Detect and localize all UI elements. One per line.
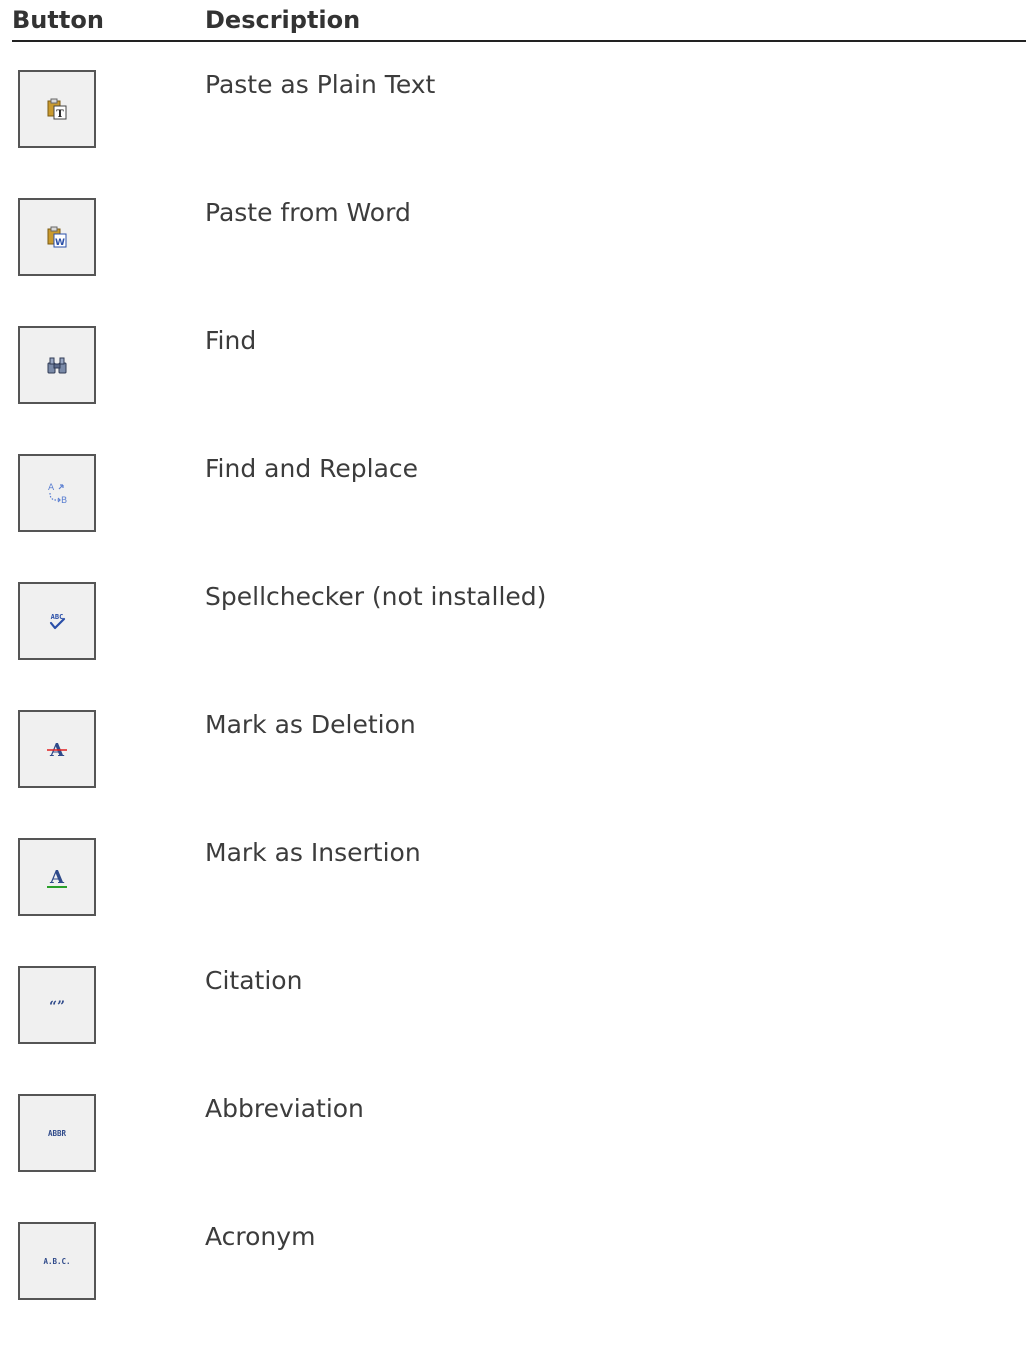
- spellcheck-button[interactable]: ABC: [18, 582, 96, 660]
- header-description: Description: [205, 6, 361, 34]
- table-row: A Mark as Deletion: [0, 710, 1026, 838]
- table-row: “” Citation: [0, 966, 1026, 1094]
- row-description: Abbreviation: [205, 1094, 364, 1123]
- svg-text:A: A: [48, 483, 55, 493]
- svg-text:B: B: [61, 496, 67, 506]
- svg-text:A: A: [49, 867, 65, 888]
- citation-button[interactable]: “”: [18, 966, 96, 1044]
- table-row: W Paste from Word: [0, 198, 1026, 326]
- row-description: Spellchecker (not installed): [205, 582, 547, 611]
- find-binoculars-icon: [47, 357, 67, 374]
- table-row: A Mark as Insertion: [0, 838, 1026, 966]
- acronym-icon-label: A.B.C.: [43, 1257, 70, 1266]
- row-description: Mark as Deletion: [205, 710, 416, 739]
- svg-text:“”: “”: [49, 999, 65, 1015]
- row-description: Paste as Plain Text: [205, 70, 436, 99]
- spellcheck-icon-label: ABC: [51, 613, 64, 621]
- paste-plain-text-button[interactable]: T: [18, 70, 96, 148]
- find-button[interactable]: [18, 326, 96, 404]
- table-row: Find: [0, 326, 1026, 454]
- underline-insertion-icon: A: [47, 867, 67, 888]
- header-button: Button: [12, 6, 104, 34]
- abbreviation-icon: ABBR: [48, 1129, 67, 1138]
- row-description: Paste from Word: [205, 198, 411, 227]
- paste-plain-text-icon: T: [47, 98, 67, 120]
- abbreviation-button[interactable]: ABBR: [18, 1094, 96, 1172]
- strikethrough-deletion-icon: A: [47, 740, 67, 761]
- paste-from-word-button[interactable]: W: [18, 198, 96, 276]
- row-description: Find: [205, 326, 257, 355]
- row-description: Citation: [205, 966, 303, 995]
- svg-text:W: W: [55, 238, 65, 248]
- acronym-button[interactable]: A.B.C.: [18, 1222, 96, 1300]
- table-row: A.B.C. Acronym: [0, 1222, 1026, 1350]
- row-description: Acronym: [205, 1222, 316, 1251]
- row-description: Find and Replace: [205, 454, 419, 483]
- acronym-icon: A.B.C.: [43, 1257, 70, 1266]
- svg-text:T: T: [56, 109, 64, 120]
- citation-quotes-icon: “”: [49, 999, 65, 1015]
- table-header: Button Description: [12, 0, 1026, 42]
- find-replace-icon: A B: [48, 483, 67, 506]
- table-row: T Paste as Plain Text: [0, 70, 1026, 198]
- table-row: ABBR Abbreviation: [0, 1094, 1026, 1222]
- find-replace-button[interactable]: A B: [18, 454, 96, 532]
- row-description: Mark as Insertion: [205, 838, 421, 867]
- mark-deletion-button[interactable]: A: [18, 710, 96, 788]
- spellcheck-icon: ABC: [49, 613, 66, 630]
- abbreviation-icon-label: ABBR: [48, 1129, 67, 1138]
- table-row: ABC Spellchecker (not installed): [0, 582, 1026, 710]
- mark-insertion-button[interactable]: A: [18, 838, 96, 916]
- table-row: A B Find and Replace: [0, 454, 1026, 582]
- paste-from-word-icon: W: [47, 226, 67, 248]
